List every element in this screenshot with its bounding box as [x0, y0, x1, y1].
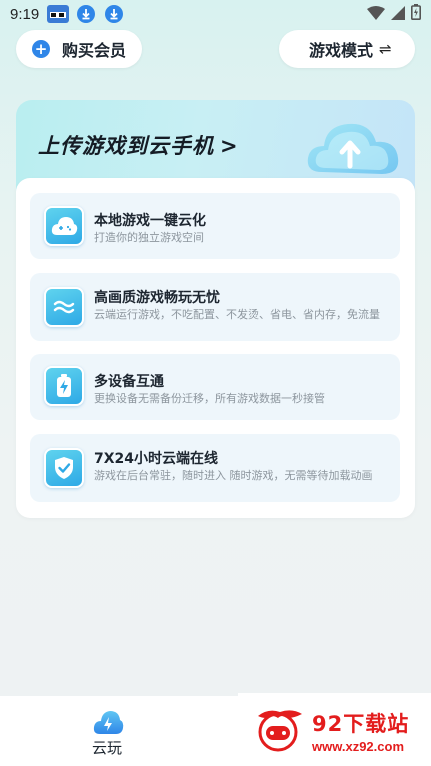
watermark-url: www.xz92.com	[312, 739, 404, 754]
shield-check-icon	[44, 448, 84, 488]
feature-title: 7X24小时云端在线	[94, 451, 219, 467]
feature-title: 本地游戏一键云化	[94, 213, 206, 229]
upload-game-link[interactable]: 上传游戏到云手机 >	[38, 130, 239, 160]
feature-item-24h-online: 7X24小时云端在线 游戏在后台常驻，随时进入 随时游戏，无需等待加载动画	[30, 434, 400, 502]
game-mode-button[interactable]: 游戏模式 ⇌	[279, 30, 415, 68]
watermark-logo-icon	[258, 710, 302, 752]
feature-item-multi-device: 多设备互通 更换设备无需备份迁移，所有游戏数据一秒接管	[30, 354, 400, 420]
swap-icon: ⇌	[379, 40, 392, 58]
feature-title: 多设备互通	[94, 374, 164, 390]
feature-item-high-quality: 高画质游戏畅玩无忧 云端运行游戏，不吃配置、不发烫、省电、省内存，免流量	[30, 273, 400, 341]
download-icon	[103, 4, 125, 24]
feature-description: 更换设备无需备份迁移，所有游戏数据一秒接管	[94, 392, 325, 405]
battery-bolt-icon	[44, 366, 84, 406]
game-mode-label: 游戏模式	[309, 41, 374, 60]
feature-title: 高画质游戏畅玩无忧	[94, 290, 220, 306]
app-notification-icon	[47, 4, 70, 24]
waves-icon	[44, 287, 84, 327]
upload-game-title: 上传游戏到云手机	[38, 134, 214, 158]
battery-icon	[411, 4, 421, 24]
chevron-right-icon: >	[220, 134, 239, 158]
wifi-icon	[367, 5, 385, 24]
buy-vip-label: 购买会员	[62, 41, 127, 60]
watermark-name: 92下载站	[312, 712, 410, 736]
buy-vip-button[interactable]: + 购买会员	[16, 30, 142, 68]
download-icon	[75, 4, 97, 24]
feature-description: 打造你的独立游戏空间	[94, 231, 204, 244]
status-bar: 9:19	[0, 0, 431, 28]
signal-icon	[391, 5, 405, 24]
nav-item-cloud-play[interactable]: 云玩	[92, 737, 122, 758]
feature-item-local-cloud: 本地游戏一键云化 打造你的独立游戏空间	[30, 193, 400, 259]
cloud-bolt-icon[interactable]	[92, 708, 124, 736]
feature-description: 游戏在后台常驻，随时进入 随时游戏，无需等待加载动画	[94, 469, 373, 482]
plus-icon: +	[32, 40, 50, 58]
cloud-gamepad-icon	[44, 206, 84, 246]
feature-description: 云端运行游戏，不吃配置、不发烫、省电、省内存，免流量	[94, 308, 380, 321]
status-time: 9:19	[10, 5, 40, 23]
